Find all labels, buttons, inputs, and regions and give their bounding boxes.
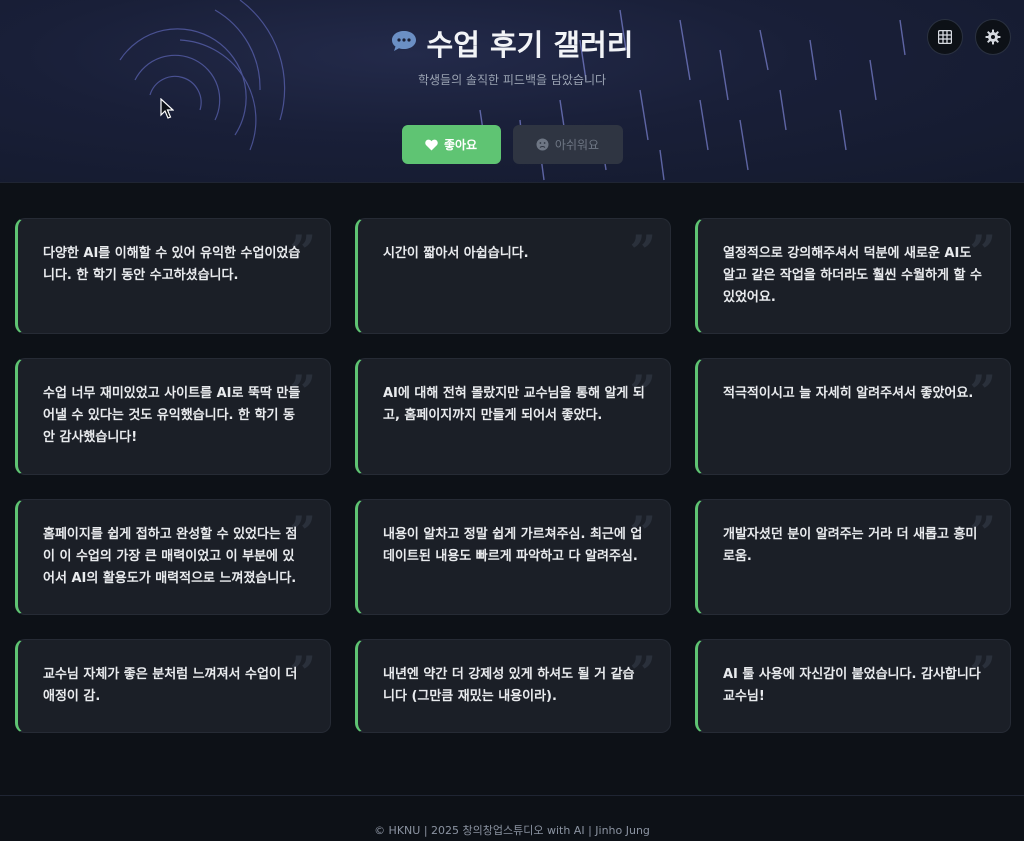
header-banner: 수업 후기 갤러리 학생들의 솔직한 피드백을 담았습니다 좋아요 아쉬워요 xyxy=(0,0,1024,183)
footer: © HKNU | 2025 창의창업스튜디오 with AI | Jinho J… xyxy=(0,795,1024,841)
grid-view-button[interactable] xyxy=(927,19,963,55)
page-title: 수업 후기 갤러리 xyxy=(426,28,634,62)
review-card: ” 교수님 자체가 좋은 분처럼 느껴져서 수업이 더 애정이 감. xyxy=(15,639,331,733)
review-card: ” 시간이 짧아서 아쉽습니다. xyxy=(355,218,671,334)
review-text: AI에 대해 전혀 몰랐지만 교수님을 통해 알게 되고, 홈페이지까지 만들게… xyxy=(383,386,645,423)
review-card: ” AI 툴 사용에 자신감이 붙었습니다. 감사합니다 교수님! xyxy=(695,639,1011,733)
settings-button[interactable] xyxy=(975,19,1011,55)
heart-icon xyxy=(425,139,438,150)
review-text: 교수님 자체가 좋은 분처럼 느껴져서 수업이 더 애정이 감. xyxy=(43,667,298,704)
footer-copyright: © HKNU | 2025 창의창업스튜디오 with AI | Jinho J… xyxy=(374,824,650,837)
page-subtitle: 학생들의 솔직한 피드백을 담았습니다 xyxy=(417,73,607,87)
review-card: ” 내용이 알차고 정말 쉽게 가르쳐주심. 최근에 업데이트된 내용도 빠르게… xyxy=(355,499,671,615)
review-card: ” AI에 대해 전혀 몰랐지만 교수님을 통해 알게 되고, 홈페이지까지 만… xyxy=(355,358,671,475)
review-text: 다양한 AI를 이해할 수 있어 유익한 수업이었습니다. 한 학기 동안 수고… xyxy=(43,246,301,283)
review-card: ” 열정적으로 강의해주셔서 덕분에 새로운 AI도 알고 같은 작업을 하더라… xyxy=(695,218,1011,334)
grid-icon xyxy=(938,30,952,44)
filter-tabs: 좋아요 아쉬워요 xyxy=(0,125,1024,164)
review-text: AI 툴 사용에 자신감이 붙었습니다. 감사합니다 교수님! xyxy=(723,667,981,704)
review-text: 수업 너무 재미있었고 사이트를 AI로 뚝딱 만들어낼 수 있다는 것도 유익… xyxy=(43,386,301,445)
tab-like-label: 좋아요 xyxy=(443,138,478,152)
tab-dislike-label: 아쉬워요 xyxy=(554,138,600,152)
review-card: ” 개발자셨던 분이 알려주는 거라 더 새롭고 흥미로움. xyxy=(695,499,1011,615)
speech-bubble-icon xyxy=(391,29,417,57)
review-text: 시간이 짧아서 아쉽습니다. xyxy=(383,246,529,261)
settings-gear-icon xyxy=(985,29,1001,45)
review-card: ” 내년엔 약간 더 강제성 있게 하셔도 될 거 같습니다 (그만큼 재밌는 … xyxy=(355,639,671,733)
review-text: 개발자셨던 분이 알려주는 거라 더 새롭고 흥미로움. xyxy=(723,527,978,564)
review-card: ” 수업 너무 재미있었고 사이트를 AI로 뚝딱 만들어낼 수 있다는 것도 … xyxy=(15,358,331,475)
tab-like[interactable]: 좋아요 xyxy=(401,125,501,164)
sad-face-icon xyxy=(536,138,549,151)
review-text: 홈페이지를 쉽게 접하고 완성할 수 있었다는 점이 이 수업의 가장 큰 매력… xyxy=(43,527,298,586)
review-card: ” 다양한 AI를 이해할 수 있어 유익한 수업이었습니다. 한 학기 동안 … xyxy=(15,218,331,334)
tab-dislike[interactable]: 아쉬워요 xyxy=(512,125,623,164)
review-text: 열정적으로 강의해주셔서 덕분에 새로운 AI도 알고 같은 작업을 하더라도 … xyxy=(723,246,982,305)
review-card: ” 적극적이시고 늘 자세히 알려주셔서 좋았어요. xyxy=(695,358,1011,475)
review-text: 내용이 알차고 정말 쉽게 가르쳐주심. 최근에 업데이트된 내용도 빠르게 파… xyxy=(383,527,643,564)
review-text: 적극적이시고 늘 자세히 알려주셔서 좋았어요. xyxy=(723,386,974,401)
mouse-cursor-icon xyxy=(160,98,174,119)
title-row: 수업 후기 갤러리 xyxy=(0,22,1024,64)
review-text: 내년엔 약간 더 강제성 있게 하셔도 될 거 같습니다 (그만큼 재밌는 내용… xyxy=(383,667,635,704)
review-card: ” 홈페이지를 쉽게 접하고 완성할 수 있었다는 점이 이 수업의 가장 큰 … xyxy=(15,499,331,615)
